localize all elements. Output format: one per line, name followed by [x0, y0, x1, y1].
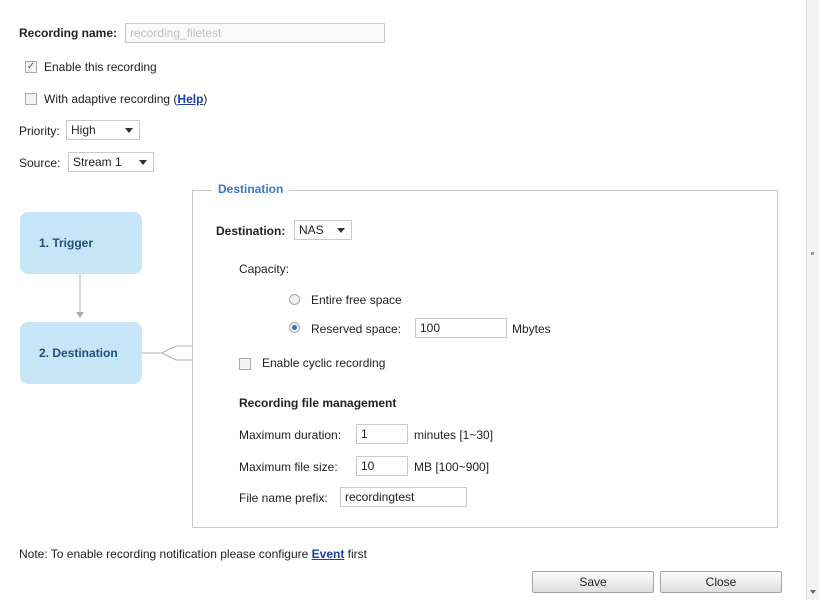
destination-legend: Destination	[212, 182, 290, 196]
max-duration-label: Maximum duration:	[239, 428, 342, 442]
flow-step-trigger[interactable]: 1. Trigger	[20, 212, 142, 274]
cyclic-recording-checkbox[interactable]	[239, 358, 251, 370]
note-text: Note: To enable recording notification p…	[19, 547, 367, 561]
reserved-space-input[interactable]	[415, 318, 507, 338]
chevron-down-icon	[337, 228, 345, 233]
destination-value: NAS	[299, 223, 324, 237]
cyclic-recording-label: Enable cyclic recording	[262, 356, 386, 370]
close-button[interactable]: Close	[660, 571, 782, 593]
note-suffix: first	[344, 547, 367, 561]
event-link[interactable]: Event	[312, 547, 345, 561]
vertical-scrollbar[interactable]	[806, 0, 819, 600]
entire-free-space-radio[interactable]	[289, 294, 300, 305]
entire-free-space-label: Entire free space	[311, 293, 402, 307]
note-prefix: Note: To enable recording notification p…	[19, 547, 312, 561]
file-management-heading: Recording file management	[239, 396, 397, 410]
max-file-size-label: Maximum file size:	[239, 460, 338, 474]
file-name-prefix-label: File name prefix:	[239, 491, 328, 505]
scroll-down-arrow-icon[interactable]	[810, 590, 816, 594]
destination-label: Destination:	[216, 224, 286, 238]
reserved-space-unit: Mbytes	[512, 322, 551, 336]
max-duration-unit: minutes [1~30]	[414, 428, 494, 442]
flow-step-trigger-label: 1. Trigger	[39, 236, 94, 250]
reserved-space-label: Reserved space:	[311, 322, 402, 336]
destination-select[interactable]: NAS	[294, 220, 352, 240]
flow-step-destination[interactable]: 2. Destination	[20, 322, 142, 384]
flow-step-destination-label: 2. Destination	[39, 346, 118, 360]
file-name-prefix-input[interactable]	[340, 487, 467, 507]
capacity-label: Capacity:	[239, 262, 290, 276]
max-file-size-input[interactable]	[356, 456, 408, 476]
scrollbar-grip	[811, 252, 814, 255]
max-file-size-unit: MB [100~900]	[414, 460, 490, 474]
reserved-space-radio[interactable]	[289, 322, 300, 333]
max-duration-input[interactable]	[356, 424, 408, 444]
save-button[interactable]: Save	[532, 571, 654, 593]
